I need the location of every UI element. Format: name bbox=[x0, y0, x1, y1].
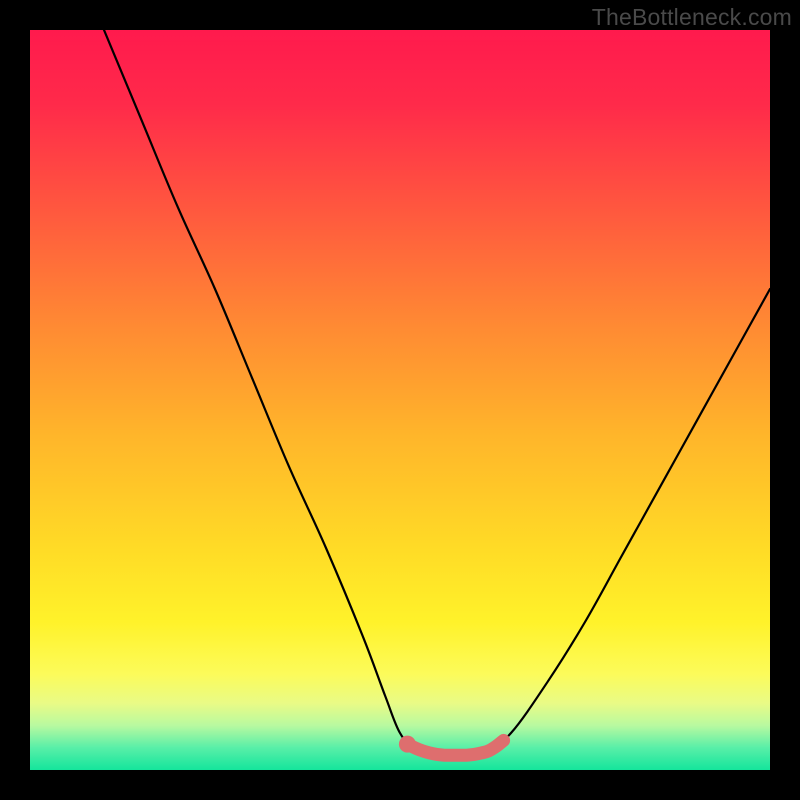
watermark-text: TheBottleneck.com bbox=[592, 4, 792, 31]
highlight-band bbox=[407, 740, 503, 755]
marker-dot bbox=[399, 736, 416, 753]
curve-path bbox=[104, 30, 770, 756]
bottleneck-curve-svg bbox=[30, 30, 770, 770]
chart-area bbox=[30, 30, 770, 770]
